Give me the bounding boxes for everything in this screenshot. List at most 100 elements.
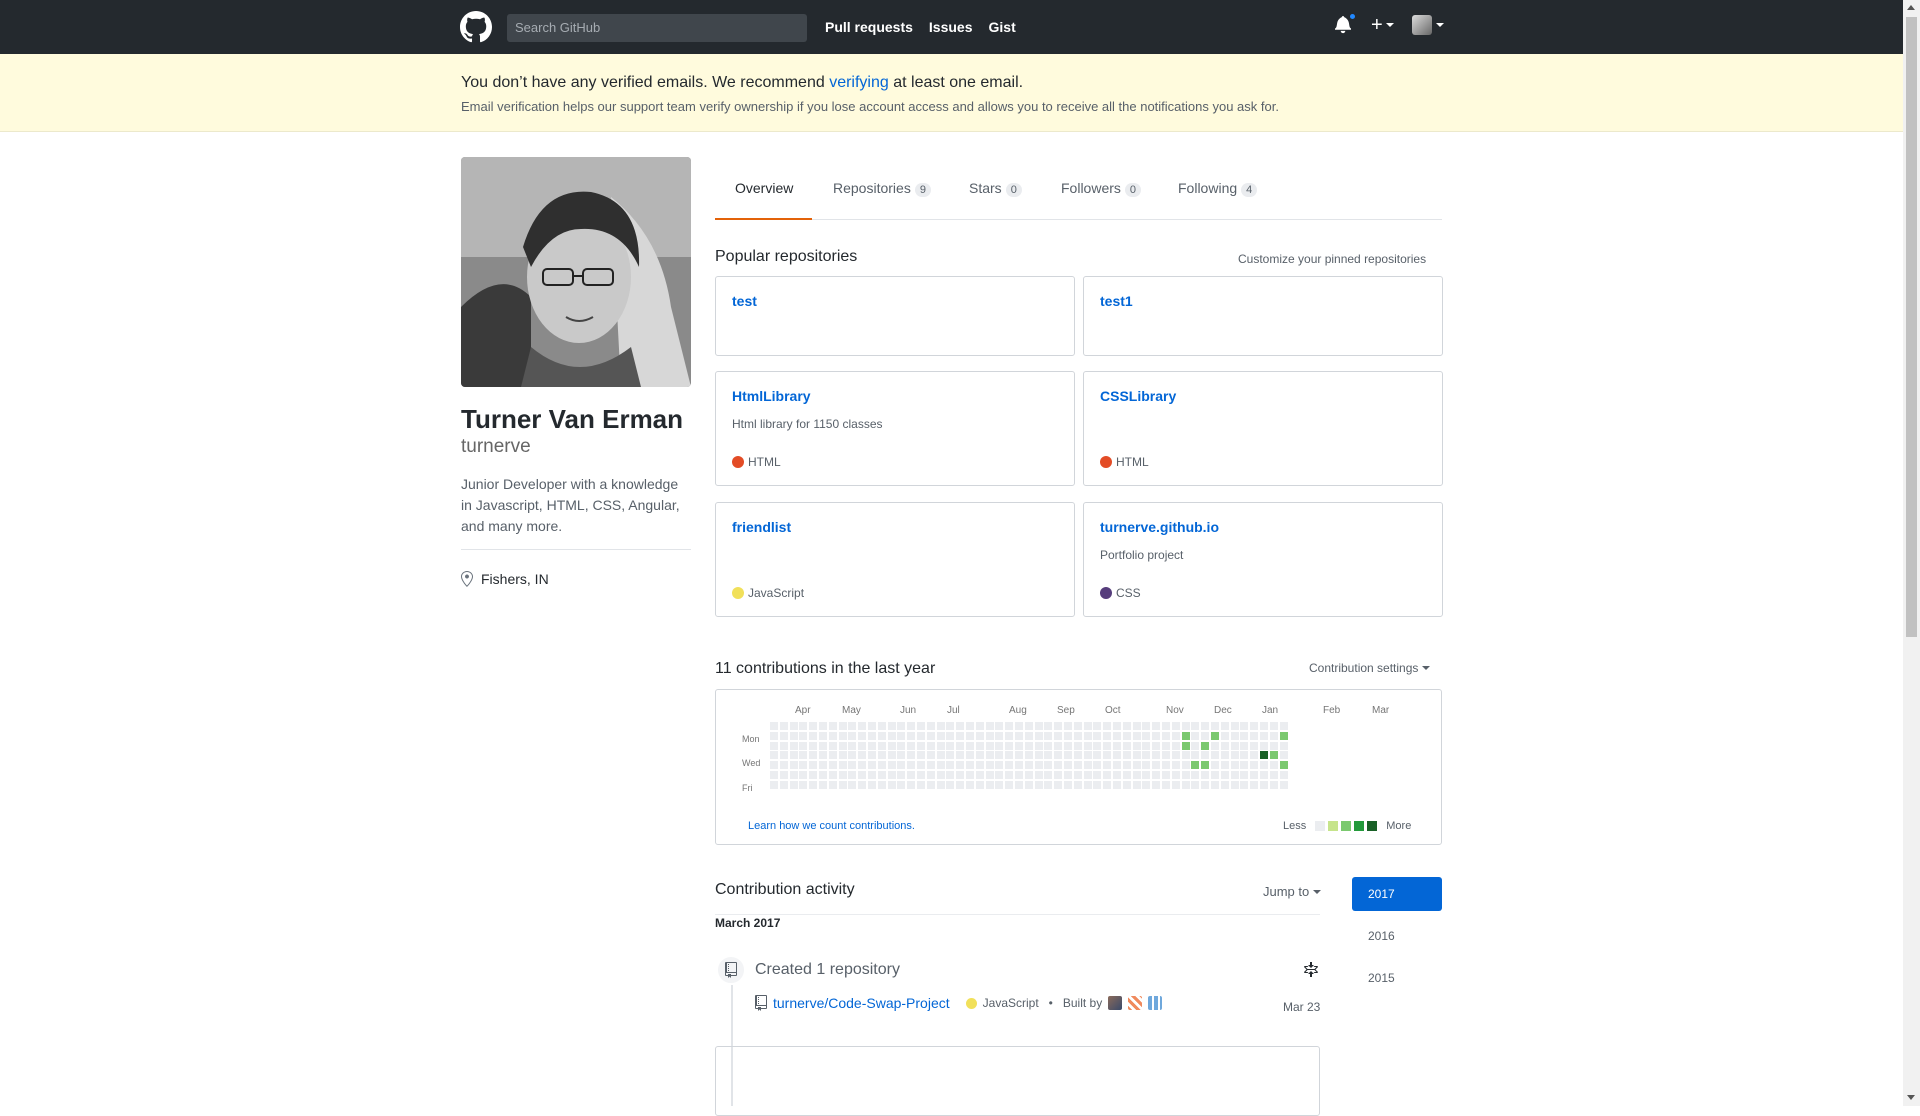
contribution-day[interactable]: [1113, 731, 1121, 740]
github-logo-icon[interactable]: [460, 11, 492, 43]
contribution-day[interactable]: [1024, 731, 1033, 740]
contribution-day[interactable]: [1005, 761, 1014, 770]
contribution-day[interactable]: [995, 722, 1004, 730]
contribution-day[interactable]: [877, 780, 886, 789]
contribution-day[interactable]: [887, 731, 896, 740]
contribution-day[interactable]: [858, 761, 867, 770]
contribution-day[interactable]: [868, 780, 876, 789]
contribution-day[interactable]: [1093, 751, 1102, 760]
contribution-day[interactable]: [1103, 780, 1112, 789]
contribution-day[interactable]: [966, 722, 974, 730]
contribution-day[interactable]: [936, 771, 945, 779]
contribution-day[interactable]: [1103, 731, 1112, 740]
contribution-day[interactable]: [1083, 780, 1092, 789]
contribution-day[interactable]: [1230, 751, 1239, 760]
contribution-day[interactable]: [1201, 741, 1210, 750]
contribution-day[interactable]: [1073, 771, 1082, 779]
contribution-day[interactable]: [1181, 780, 1190, 789]
contribution-day[interactable]: [848, 780, 857, 789]
contribution-day[interactable]: [917, 780, 925, 789]
contribution-day[interactable]: [917, 731, 925, 740]
contribution-day[interactable]: [858, 771, 867, 779]
contribution-day[interactable]: [877, 751, 886, 760]
contribution-day[interactable]: [985, 741, 994, 750]
contribution-day[interactable]: [926, 761, 935, 770]
contribution-day[interactable]: [917, 761, 925, 770]
contribution-day[interactable]: [1279, 741, 1288, 750]
contribution-day[interactable]: [789, 741, 798, 750]
contribution-day[interactable]: [1250, 780, 1259, 789]
contribution-day[interactable]: [1064, 761, 1072, 770]
contribution-day[interactable]: [1083, 771, 1092, 779]
contribution-day[interactable]: [1181, 741, 1190, 750]
contribution-day[interactable]: [1171, 751, 1180, 760]
contribution-day[interactable]: [848, 771, 857, 779]
contribution-day[interactable]: [985, 761, 994, 770]
contribution-day[interactable]: [799, 741, 808, 750]
tab-following[interactable]: Following 4: [1178, 170, 1258, 220]
activity-repo-link[interactable]: turnerve/Code-Swap-Project: [773, 995, 950, 1011]
contribution-day[interactable]: [877, 771, 886, 779]
contribution-day[interactable]: [1162, 731, 1170, 740]
contribution-day[interactable]: [819, 771, 827, 779]
contribution-day[interactable]: [1132, 751, 1141, 760]
contribution-day[interactable]: [1044, 741, 1053, 750]
contribution-day[interactable]: [858, 751, 867, 760]
contribution-day[interactable]: [936, 741, 945, 750]
contribution-day[interactable]: [1230, 761, 1239, 770]
contribution-day[interactable]: [1152, 780, 1161, 789]
contribution-day[interactable]: [779, 741, 788, 750]
contribution-day[interactable]: [770, 771, 778, 779]
contribution-day[interactable]: [1260, 731, 1268, 740]
contribution-day[interactable]: [975, 771, 984, 779]
contribution-day[interactable]: [1103, 751, 1112, 760]
contribution-day[interactable]: [1279, 731, 1288, 740]
contribution-day[interactable]: [946, 780, 955, 789]
contribution-day[interactable]: [770, 780, 778, 789]
contribution-day[interactable]: [789, 751, 798, 760]
contribution-day[interactable]: [828, 761, 837, 770]
contribution-day[interactable]: [985, 722, 994, 730]
contribution-day[interactable]: [848, 722, 857, 730]
contribution-day[interactable]: [819, 741, 827, 750]
contribution-day[interactable]: [926, 741, 935, 750]
contribution-day[interactable]: [1240, 751, 1249, 760]
contribution-day[interactable]: [858, 741, 867, 750]
tab-overview[interactable]: Overview: [715, 170, 812, 220]
contribution-day[interactable]: [1230, 722, 1239, 730]
contribution-day[interactable]: [1093, 761, 1102, 770]
contribution-day[interactable]: [1034, 751, 1043, 760]
contribution-day[interactable]: [1044, 731, 1053, 740]
contribution-day[interactable]: [828, 741, 837, 750]
contribution-day[interactable]: [1122, 771, 1131, 779]
contribution-day[interactable]: [1132, 741, 1141, 750]
contribution-day[interactable]: [887, 741, 896, 750]
contribution-day[interactable]: [907, 771, 916, 779]
contribution-day[interactable]: [1083, 741, 1092, 750]
contribution-day[interactable]: [917, 741, 925, 750]
contribution-day[interactable]: [936, 780, 945, 789]
contribution-day[interactable]: [1191, 751, 1200, 760]
contribution-day[interactable]: [828, 722, 837, 730]
contribution-day[interactable]: [1191, 741, 1200, 750]
contribution-day[interactable]: [858, 722, 867, 730]
contribution-day[interactable]: [995, 780, 1004, 789]
contribution-day[interactable]: [1015, 751, 1023, 760]
contribution-day[interactable]: [1024, 761, 1033, 770]
contribution-day[interactable]: [1103, 741, 1112, 750]
contribution-day[interactable]: [1054, 751, 1063, 760]
contribution-day[interactable]: [1230, 771, 1239, 779]
contribution-day[interactable]: [956, 722, 965, 730]
contribution-day[interactable]: [1269, 751, 1278, 760]
contribution-day[interactable]: [1211, 741, 1219, 750]
contribution-day[interactable]: [877, 722, 886, 730]
tab-stars[interactable]: Stars 0: [969, 170, 1022, 220]
contribution-day[interactable]: [1191, 722, 1200, 730]
contribution-day[interactable]: [1034, 731, 1043, 740]
contribution-day[interactable]: [1201, 780, 1210, 789]
contribution-day[interactable]: [995, 741, 1004, 750]
contribution-day[interactable]: [1073, 722, 1082, 730]
contribution-day[interactable]: [1093, 780, 1102, 789]
contribution-day[interactable]: [819, 780, 827, 789]
contribution-day[interactable]: [819, 731, 827, 740]
